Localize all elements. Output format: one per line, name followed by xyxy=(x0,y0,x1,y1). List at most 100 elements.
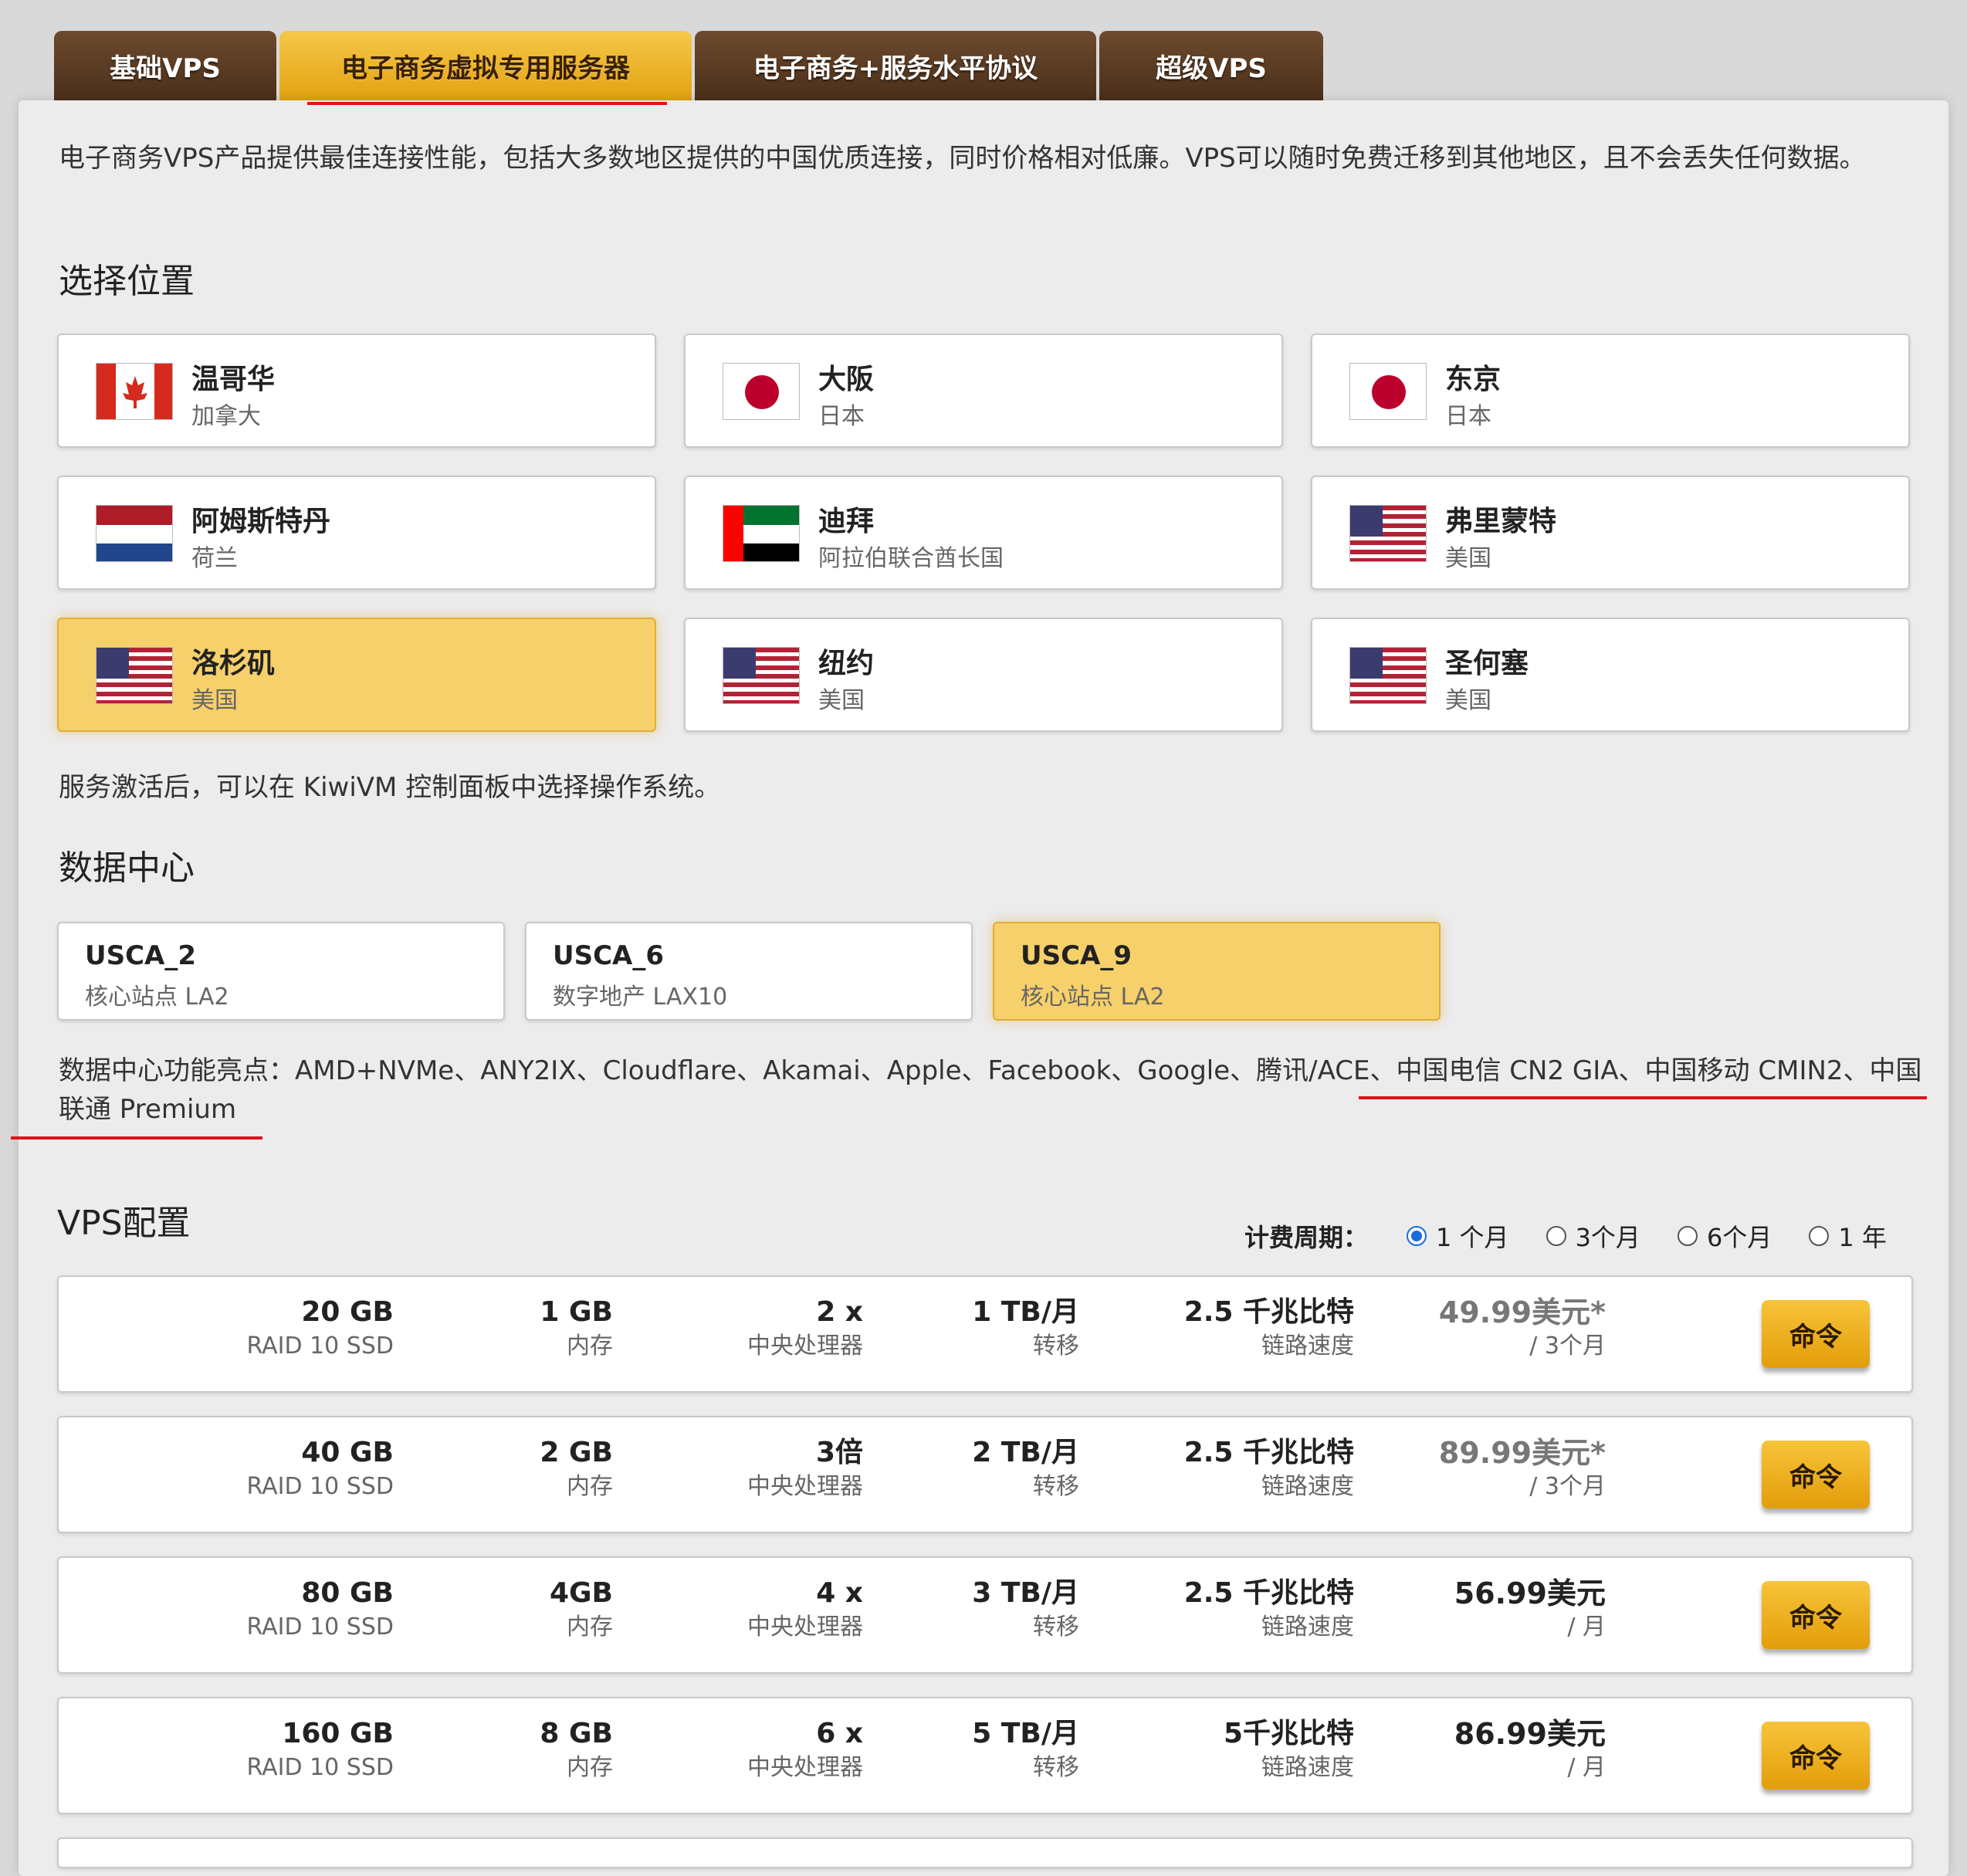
plan-cpu: 3倍 中央处理器 xyxy=(747,1436,863,1504)
location-city: 圣何塞 xyxy=(1445,648,1529,679)
plan-transfer: 3 TB/月 转移 xyxy=(972,1576,1079,1644)
datacenter-card-usca9[interactable]: USCA_9 核心站点 LA2 xyxy=(993,922,1441,1021)
tab-super-vps[interactable]: 超级VPS xyxy=(1099,31,1323,100)
plan-ram: 8 GB 内存 xyxy=(540,1717,613,1785)
plan-row: 40 GB RAID 10 SSD 2 GB 内存 3倍 中央处理器 2 TB/月 转移… xyxy=(57,1416,1913,1533)
plan-row xyxy=(57,1837,1913,1868)
tab-ecommerce-vps[interactable]: 电子商务虚拟专用服务器 xyxy=(279,31,692,100)
location-card-tokyo[interactable]: 东京 日本 xyxy=(1311,334,1910,448)
billing-label: 计费周期： xyxy=(1244,1223,1369,1252)
datacenter-card-usca2[interactable]: USCA_2 核心站点 LA2 xyxy=(57,922,505,1021)
radio-button[interactable] xyxy=(1677,1226,1698,1246)
plan-disk: 40 GB RAID 10 SSD xyxy=(246,1436,394,1504)
datacenter-heading: 数据中心 xyxy=(59,848,195,888)
location-card-dubai[interactable]: 迪拜 阿拉伯联合酋长国 xyxy=(684,476,1283,590)
order-button[interactable]: 命令 xyxy=(1762,1300,1870,1368)
plan-price: 56.99美元 / 月 xyxy=(1454,1576,1606,1644)
disk-type: RAID 10 SSD xyxy=(246,1754,394,1781)
location-city: 东京 xyxy=(1445,364,1501,395)
datacenter-name: USCA_2 xyxy=(85,940,197,971)
plan-cpu: 4 x 中央处理器 xyxy=(747,1576,863,1644)
location-city: 纽约 xyxy=(818,648,875,679)
datacenter-card-usca6[interactable]: USCA_6 数字地产 LAX10 xyxy=(525,922,973,1021)
plan-cpu: 6 x 中央处理器 xyxy=(747,1717,863,1785)
plan-row: 20 GB RAID 10 SSD 1 GB 内存 2 x 中央处理器 1 TB/月转… xyxy=(57,1275,1913,1393)
datacenter-highlights: 数据中心功能亮点：AMD+NVMe、ANY2IX、Cloudflare、Akam… xyxy=(59,1055,1922,1125)
price-value: 89.99美元* xyxy=(1438,1436,1606,1470)
billing-option-1-year[interactable]: 1 年 xyxy=(1809,1218,1887,1254)
plan-ram: 2 GB 内存 xyxy=(540,1436,613,1504)
location-country: 美国 xyxy=(1445,545,1491,572)
radio-button[interactable] xyxy=(1809,1226,1830,1246)
cpu-count: 4 x xyxy=(816,1577,863,1609)
plan-ram: 1 GB 内存 xyxy=(540,1295,613,1363)
annotation-underline xyxy=(307,102,667,105)
cpu-label: 中央处理器 xyxy=(747,1614,863,1641)
product-tabs: 基础VPS 电子商务虚拟专用服务器 电子商务+服务水平协议 超级VPS xyxy=(54,31,1323,100)
usa-flag-icon xyxy=(1349,647,1427,704)
location-country: 荷兰 xyxy=(191,545,238,572)
plan-link-speed: 2.5 千兆比特 链路速度 xyxy=(1184,1295,1354,1363)
plan-price: 89.99美元* / 3个月 xyxy=(1439,1436,1606,1504)
intro-text: 电子商务VPS产品提供最佳连接性能，包括大多数地区提供的中国优质连接，同时价格相… xyxy=(59,143,1866,174)
location-card-fremont[interactable]: 弗里蒙特 美国 xyxy=(1311,476,1910,590)
billing-option-1-month[interactable]: 1 个月 xyxy=(1407,1218,1509,1254)
usa-flag-icon xyxy=(96,647,173,704)
transfer-amount: 1 TB/月 xyxy=(972,1296,1079,1328)
cpu-label: 中央处理器 xyxy=(747,1754,863,1781)
location-city: 温哥华 xyxy=(191,364,276,395)
billing-option-6-months[interactable]: 6个月 xyxy=(1677,1218,1772,1254)
location-card-los-angeles[interactable]: 洛杉矶 美国 xyxy=(57,618,656,732)
japan-flag-icon xyxy=(723,363,800,420)
ram-size: 1 GB xyxy=(540,1296,613,1328)
location-country: 美国 xyxy=(1445,687,1491,714)
location-country: 美国 xyxy=(818,687,865,714)
tab-basic-vps[interactable]: 基础VPS xyxy=(54,31,276,100)
plan-price: 86.99美元 / 月 xyxy=(1454,1717,1606,1785)
disk-type: RAID 10 SSD xyxy=(246,1473,394,1500)
ram-label: 内存 xyxy=(567,1473,613,1500)
plan-disk: 160 GB RAID 10 SSD xyxy=(246,1717,394,1785)
location-card-osaka[interactable]: 大阪 日本 xyxy=(684,334,1283,448)
plan-transfer: 2 TB/月 转移 xyxy=(972,1436,1079,1504)
location-city: 阿姆斯特丹 xyxy=(191,506,331,537)
tab-label: 基础VPS xyxy=(110,52,221,84)
location-card-new-york[interactable]: 纽约 美国 xyxy=(684,618,1283,732)
plan-transfer: 5 TB/月 转移 xyxy=(972,1717,1079,1785)
tab-ecommerce-sla[interactable]: 电子商务+服务水平协议 xyxy=(695,31,1096,100)
order-button[interactable]: 命令 xyxy=(1762,1722,1870,1790)
price-value: 56.99美元 xyxy=(1454,1576,1606,1610)
japan-flag-icon xyxy=(1349,363,1427,420)
radio-button[interactable] xyxy=(1546,1226,1566,1246)
plan-link-speed: 2.5 千兆比特 链路速度 xyxy=(1184,1576,1354,1644)
billing-option-label: 6个月 xyxy=(1706,1223,1772,1252)
transfer-label: 转移 xyxy=(1033,1333,1079,1360)
billing-period: 计费周期： 1 个月 3个月 6个月 1 年 xyxy=(1244,1218,1924,1254)
order-button[interactable]: 命令 xyxy=(1762,1441,1870,1509)
billing-option-3-months[interactable]: 3个月 xyxy=(1546,1218,1640,1254)
price-period: / 月 xyxy=(1567,1614,1606,1641)
billing-option-label: 1 个月 xyxy=(1436,1223,1509,1252)
datacenter-site: 核心站点 LA2 xyxy=(1021,984,1165,1011)
price-period: / 月 xyxy=(1567,1754,1606,1781)
location-card-san-jose[interactable]: 圣何塞 美国 xyxy=(1311,618,1910,732)
location-card-amsterdam[interactable]: 阿姆斯特丹 荷兰 xyxy=(57,476,656,590)
usa-flag-icon xyxy=(1349,505,1427,562)
usa-flag-icon xyxy=(723,647,800,704)
annotation-underline xyxy=(1359,1096,1927,1099)
radio-button[interactable] xyxy=(1407,1226,1427,1246)
transfer-amount: 5 TB/月 xyxy=(972,1718,1079,1749)
disk-size: 20 GB xyxy=(301,1296,394,1328)
plan-row: 160 GB RAID 10 SSD 8 GB 内存 6 x 中央处理器 5 TB/月… xyxy=(57,1697,1913,1814)
tab-label: 电子商务虚拟专用服务器 xyxy=(341,52,630,84)
order-button[interactable]: 命令 xyxy=(1762,1581,1870,1649)
uae-flag-icon xyxy=(723,505,800,562)
transfer-amount: 3 TB/月 xyxy=(972,1577,1079,1609)
location-card-vancouver[interactable]: 温哥华 加拿大 xyxy=(57,334,656,448)
link-label: 链路速度 xyxy=(1261,1754,1354,1781)
location-country: 日本 xyxy=(1445,403,1491,430)
datacenter-site: 核心站点 LA2 xyxy=(85,984,229,1011)
location-country: 美国 xyxy=(191,687,238,714)
canada-flag-icon xyxy=(96,363,173,420)
cpu-label: 中央处理器 xyxy=(747,1333,863,1360)
